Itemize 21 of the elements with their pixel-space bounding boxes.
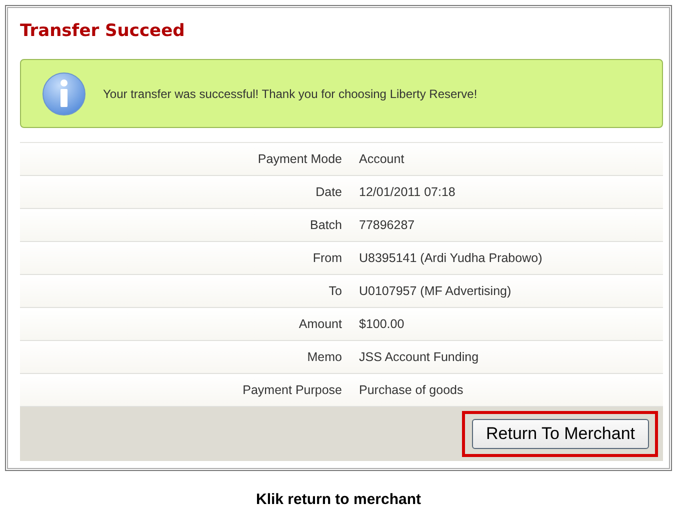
detail-value: U0107957 (MF Advertising): [359, 284, 512, 298]
detail-value: U8395141 (Ardi Yudha Prabowo): [359, 251, 544, 265]
detail-value: $100.00: [359, 317, 406, 331]
info-icon: [41, 70, 87, 116]
detail-label: Payment Mode: [258, 152, 342, 166]
detail-value: Purchase of goods: [359, 383, 464, 397]
detail-value: 12/01/2011 07:18: [359, 185, 456, 199]
detail-label: Memo: [307, 350, 342, 364]
page-title: Transfer Succeed: [20, 20, 186, 43]
alert-message: Your transfer was successful! Thank you for choosing Liberty Reserve!: [103, 86, 478, 100]
detail-label: Batch: [310, 218, 342, 232]
caption: Klik return to merchant: [254, 491, 422, 508]
detail-label: To: [328, 284, 342, 298]
detail-value: Account: [359, 152, 406, 166]
detail-label: Payment Purpose: [242, 383, 342, 397]
detail-value: 77896287: [359, 218, 416, 232]
detail-label: From: [312, 251, 342, 265]
detail-label: Date: [316, 185, 342, 199]
return-to-merchant-button[interactable]: Return To Merchant: [472, 419, 649, 449]
detail-value: JSS Account Funding: [359, 350, 480, 364]
detail-label: Amount: [298, 317, 342, 331]
